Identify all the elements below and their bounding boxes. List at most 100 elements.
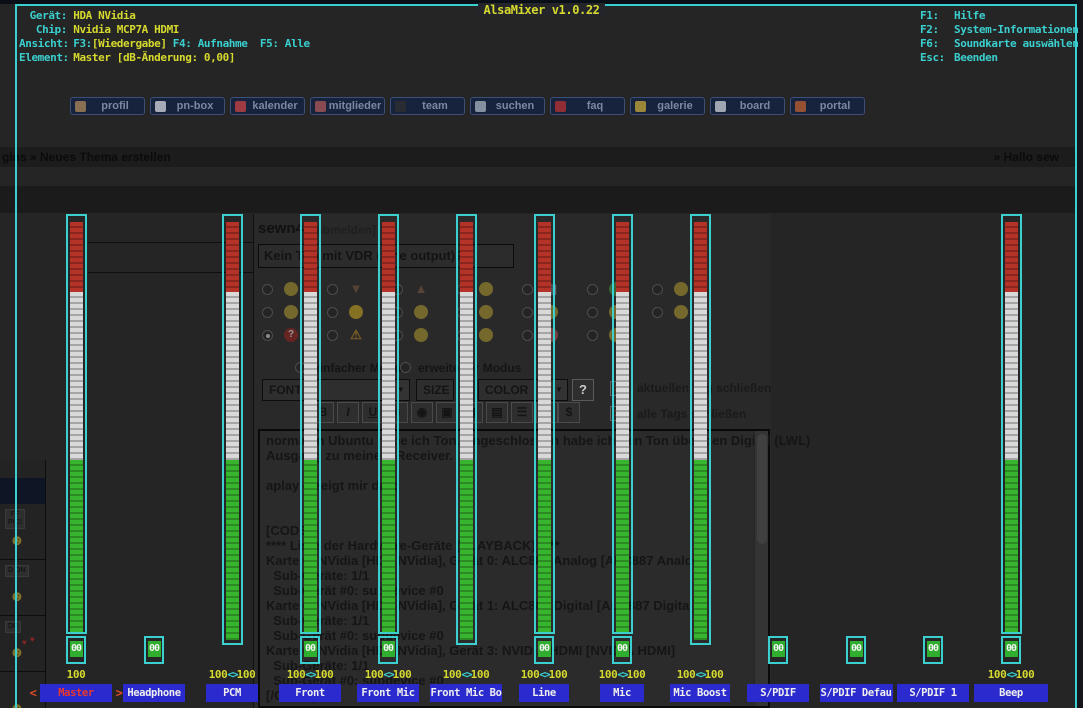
post-icon-radio[interactable]: [652, 307, 663, 318]
grin-smiley[interactable]: [414, 328, 428, 342]
value-separator: <>: [305, 668, 314, 681]
channel-label-front: Front: [279, 684, 341, 702]
confused-smiley[interactable]: [284, 282, 298, 296]
bar-green-segment: [382, 460, 395, 632]
thumb-down-icon[interactable]: ▼: [349, 282, 363, 296]
scrollbar-thumb[interactable]: [757, 434, 767, 544]
help-key: F6:: [920, 37, 954, 50]
help-text: Beenden: [954, 51, 998, 64]
channel-value: 100<>100: [499, 668, 589, 681]
post-text-line: Karte 0: NVidia [HDA NVidia], Gerät 1: A…: [266, 598, 697, 613]
post-icon-radio[interactable]: [262, 330, 273, 341]
size-select[interactable]: SIZE: [416, 379, 454, 401]
bar-red-segment: [460, 222, 473, 292]
nav-button-mitglieder[interactable]: mitglieder: [310, 97, 385, 115]
bar-red-segment: [694, 222, 707, 292]
channel-label-s-pdif: S/PDIF: [747, 684, 809, 702]
nav-button-label: portal: [806, 100, 864, 112]
post-icon-radio[interactable]: [587, 307, 598, 318]
value-separator: <>: [227, 668, 236, 681]
post-icon-radio[interactable]: [262, 307, 273, 318]
mute-switch-s-pdif: 00: [768, 636, 788, 664]
nav-button-pn-box[interactable]: pn-box: [150, 97, 225, 115]
post-text-line: Sub-Gerät #0: subdevice #0: [266, 583, 444, 598]
channel-label-line: Line: [519, 684, 569, 702]
frown-smiley[interactable]: [414, 305, 428, 319]
value-separator: <>: [695, 668, 704, 681]
bar-red-segment: [382, 222, 395, 292]
nav-button-team[interactable]: team: [390, 97, 465, 115]
thumb-up-icon[interactable]: ▲: [414, 282, 428, 296]
value-separator: <>: [617, 668, 626, 681]
post-icon-radio[interactable]: [522, 330, 533, 341]
shocked-smiley[interactable]: [479, 305, 493, 319]
nav-button-profil[interactable]: profil: [70, 97, 145, 115]
post-icon-radio[interactable]: [587, 330, 598, 341]
info-value: Nvidia MCP7A HDMI: [73, 23, 179, 36]
bar-white-segment: [694, 292, 707, 460]
bar-green-segment: [226, 460, 239, 640]
italic-button[interactable]: I: [337, 402, 359, 423]
bar-green-segment: [616, 460, 629, 632]
breadcrumb: gins » Neues Thema erstellen: [2, 147, 171, 167]
extended-mode-radio[interactable]: [400, 362, 411, 373]
board-icon: [715, 101, 726, 112]
mute-switch-mic: 00: [612, 636, 632, 664]
channel-label-front-mic-bo: Front Mic Bo: [430, 684, 502, 702]
page-dark-band: [0, 186, 1077, 213]
channel-label-s-pdif-1: S/PDIF 1: [897, 684, 969, 702]
post-icon-radio[interactable]: [652, 284, 663, 295]
tongue-smiley[interactable]: [479, 328, 493, 342]
switch-state: 00: [382, 641, 395, 657]
post-icon-radio[interactable]: [522, 307, 533, 318]
dollar-button[interactable]: $: [558, 402, 580, 423]
post-icon-radio[interactable]: [327, 330, 338, 341]
bar-white-segment: [616, 292, 629, 460]
warning-icon[interactable]: ⚠: [349, 328, 363, 342]
post-icon-radio[interactable]: [327, 307, 338, 318]
idea-bulb-icon[interactable]: [349, 305, 363, 319]
nav-button-label: board: [726, 100, 784, 112]
channel-label-headphone: Headphone: [123, 684, 185, 702]
penguin-icon: [395, 101, 406, 112]
bar-white-segment: [382, 292, 395, 460]
logout-link[interactable]: [abmelden]: [312, 223, 376, 237]
value-left: 100: [521, 668, 540, 681]
nav-button-board[interactable]: board: [710, 97, 785, 115]
question-icon[interactable]: ?: [284, 328, 298, 342]
value-left: 100: [443, 668, 462, 681]
volume-bar-front: [300, 214, 321, 634]
value-left: 100: [67, 668, 86, 681]
link-button[interactable]: ◉: [411, 402, 433, 423]
bar-red-segment: [70, 222, 83, 292]
help-cursor-button[interactable]: ?: [572, 379, 594, 401]
post-icon-radio[interactable]: [587, 284, 598, 295]
value-right: 100: [237, 668, 256, 681]
post-icon-radio[interactable]: [327, 284, 338, 295]
nav-button-kalender[interactable]: kalender: [230, 97, 305, 115]
switch-state: 00: [850, 641, 863, 657]
list-button[interactable]: ☰: [511, 402, 533, 423]
wink-smiley[interactable]: [674, 282, 688, 296]
quote-button[interactable]: ▤: [486, 402, 508, 423]
bar-green-segment: [538, 460, 551, 632]
textarea-scrollbar[interactable]: [754, 431, 768, 706]
sad-blue-smiley[interactable]: [479, 282, 493, 296]
color-select[interactable]: COLOR ▼: [478, 379, 568, 401]
volume-bar-front-mic-bo: [456, 214, 477, 645]
post-icon-radio[interactable]: [522, 284, 533, 295]
nav-button-suchen[interactable]: suchen: [470, 97, 545, 115]
nav-button-faq[interactable]: faq: [550, 97, 625, 115]
unsure-smiley[interactable]: [284, 305, 298, 319]
nav-button-galerie[interactable]: galerie: [630, 97, 705, 115]
bar-green-segment: [1005, 460, 1018, 632]
switch-state: 00: [616, 641, 629, 657]
bar-white-segment: [538, 292, 551, 460]
value-separator: <>: [539, 668, 548, 681]
value-left: 100: [988, 668, 1007, 681]
channel-label-s-pdif-defau: S/PDIF Defau: [820, 684, 893, 702]
nav-button-portal[interactable]: portal: [790, 97, 865, 115]
bigsmile-smiley[interactable]: [674, 305, 688, 319]
post-icon-radio[interactable]: [262, 284, 273, 295]
switch-state: 00: [70, 641, 83, 657]
